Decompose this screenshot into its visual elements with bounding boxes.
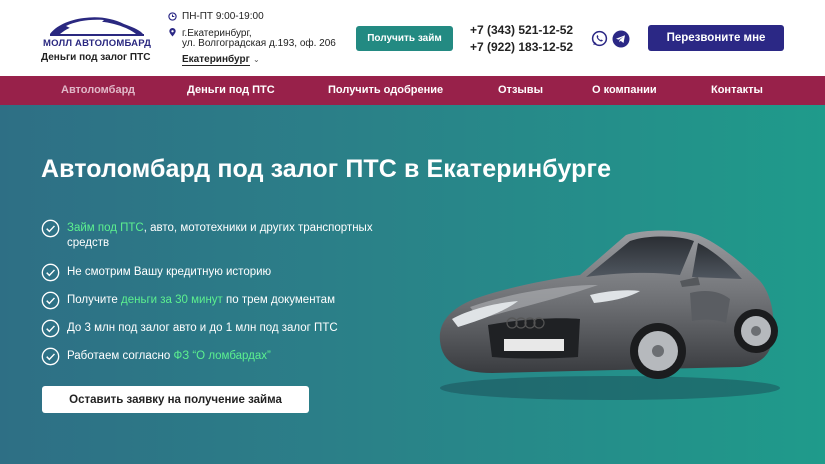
feature-text: Не смотрим Вашу кредитную историю [67, 266, 272, 278]
telegram-icon[interactable] [612, 30, 630, 48]
check-circle-icon [41, 319, 60, 338]
nav-item-contacts[interactable]: Контакты [711, 84, 763, 96]
site-header: МОЛЛ АВТОЛОМБАРД Деньги под залог ПТС ПН… [0, 0, 825, 76]
address-line-2: ул. Волгоградская д.193, оф. 206 [182, 38, 336, 49]
feature-highlight[interactable]: ФЗ “О ломбардах” [173, 350, 270, 362]
check-circle-icon [41, 291, 60, 310]
main-nav: Автоломбард Деньги под ПТС Получить одоб… [0, 76, 825, 105]
phone-link-1[interactable]: +7 (343) 521-12-52 [470, 22, 573, 39]
logo[interactable]: МОЛЛ АВТОЛОМБАРД Деньги под залог ПТС [40, 12, 155, 64]
nav-item-about[interactable]: О компании [592, 84, 657, 96]
check-circle-icon [41, 263, 60, 282]
nav-item-money-pts[interactable]: Деньги под ПТС [187, 84, 275, 96]
feature-highlight[interactable]: Займ под ПТС [67, 222, 144, 234]
feature-text: До 3 млн под залог авто и до 1 млн под з… [67, 322, 338, 334]
chevron-down-icon[interactable]: ⌄ [253, 55, 260, 64]
logo-tagline: Деньги под залог ПТС [41, 52, 151, 63]
feature-text: Получите деньги за 30 минут по трем доку… [67, 294, 335, 306]
feature-highlight[interactable]: деньги за 30 минут [121, 294, 223, 306]
get-loan-button[interactable]: Получить займ [356, 26, 453, 51]
check-circle-icon [41, 347, 60, 366]
clock-icon [168, 12, 177, 21]
feature-text: Займ под ПТС, авто, мототехники и других… [67, 222, 373, 249]
phone-numbers: +7 (343) 521-12-52 +7 (922) 183-12-52 [470, 22, 573, 56]
sports-car-image [439, 230, 780, 400]
phone-link-2[interactable]: +7 (922) 183-12-52 [470, 39, 573, 56]
city-selector[interactable]: Екатеринбург [182, 54, 250, 66]
nav-item-autolombard[interactable]: Автоломбард [61, 84, 135, 96]
nav-item-reviews[interactable]: Отзывы [498, 84, 543, 96]
logo-car-icon [50, 17, 144, 36]
nav-item-get-approval[interactable]: Получить одобрение [328, 84, 443, 96]
hero-title: Автоломбард под залог ПТС в Екатеринбург… [41, 155, 612, 183]
apply-loan-button[interactable]: Оставить заявку на получение займа [42, 386, 309, 413]
location-pin-icon [169, 28, 176, 37]
working-hours: ПН-ПТ 9:00-19:00 [182, 11, 264, 22]
check-circle-icon [41, 219, 60, 238]
whatsapp-icon[interactable] [591, 30, 608, 47]
feature-text: Работаем согласно ФЗ “О ломбардах” [67, 350, 271, 362]
logo-name: МОЛЛ АВТОЛОМБАРД [43, 38, 152, 49]
hero-section: Автоломбард под залог ПТС в Екатеринбург… [0, 105, 825, 464]
callback-button[interactable]: Перезвоните мне [648, 25, 784, 51]
